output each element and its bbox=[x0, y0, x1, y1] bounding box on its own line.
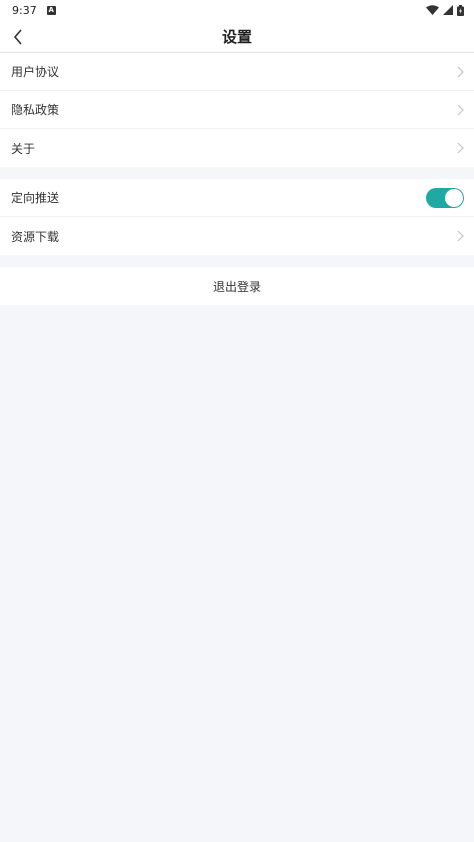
signal-icon bbox=[443, 5, 453, 15]
page-title: 设置 bbox=[221, 27, 252, 46]
row-label: 隐私政策 bbox=[11, 103, 60, 117]
settings-group-2: 定向推送 资源下载 bbox=[0, 179, 474, 255]
chevron-right-icon bbox=[457, 66, 464, 77]
header: 设置 bbox=[0, 20, 474, 53]
row-user-agreement[interactable]: 用户协议 bbox=[0, 53, 474, 91]
status-bar: 9:37 A bbox=[0, 0, 474, 20]
logout-button[interactable]: 退出登录 bbox=[0, 267, 474, 305]
toggle-knob bbox=[445, 188, 463, 207]
section-gap bbox=[0, 167, 474, 179]
wifi-icon bbox=[426, 5, 439, 15]
row-label: 用户协议 bbox=[11, 65, 60, 79]
row-resource-download[interactable]: 资源下载 bbox=[0, 217, 474, 255]
row-about[interactable]: 关于 bbox=[0, 129, 474, 167]
row-targeted-push: 定向推送 bbox=[0, 179, 474, 217]
row-privacy-policy[interactable]: 隐私政策 bbox=[0, 91, 474, 129]
status-time: 9:37 bbox=[12, 3, 37, 17]
chevron-right-icon bbox=[457, 142, 464, 154]
back-button[interactable] bbox=[6, 20, 30, 53]
chevron-left-icon bbox=[13, 28, 22, 45]
chevron-right-icon bbox=[457, 104, 464, 115]
settings-group-1: 用户协议 隐私政策 关于 bbox=[0, 53, 474, 167]
notification-a-icon: A bbox=[46, 5, 56, 15]
row-label: 关于 bbox=[11, 141, 36, 156]
chevron-right-icon bbox=[457, 230, 464, 242]
row-label: 资源下载 bbox=[11, 229, 60, 244]
section-gap bbox=[0, 255, 474, 267]
targeted-push-toggle[interactable] bbox=[426, 187, 464, 208]
row-label: 定向推送 bbox=[11, 191, 60, 205]
battery-icon bbox=[457, 4, 464, 16]
